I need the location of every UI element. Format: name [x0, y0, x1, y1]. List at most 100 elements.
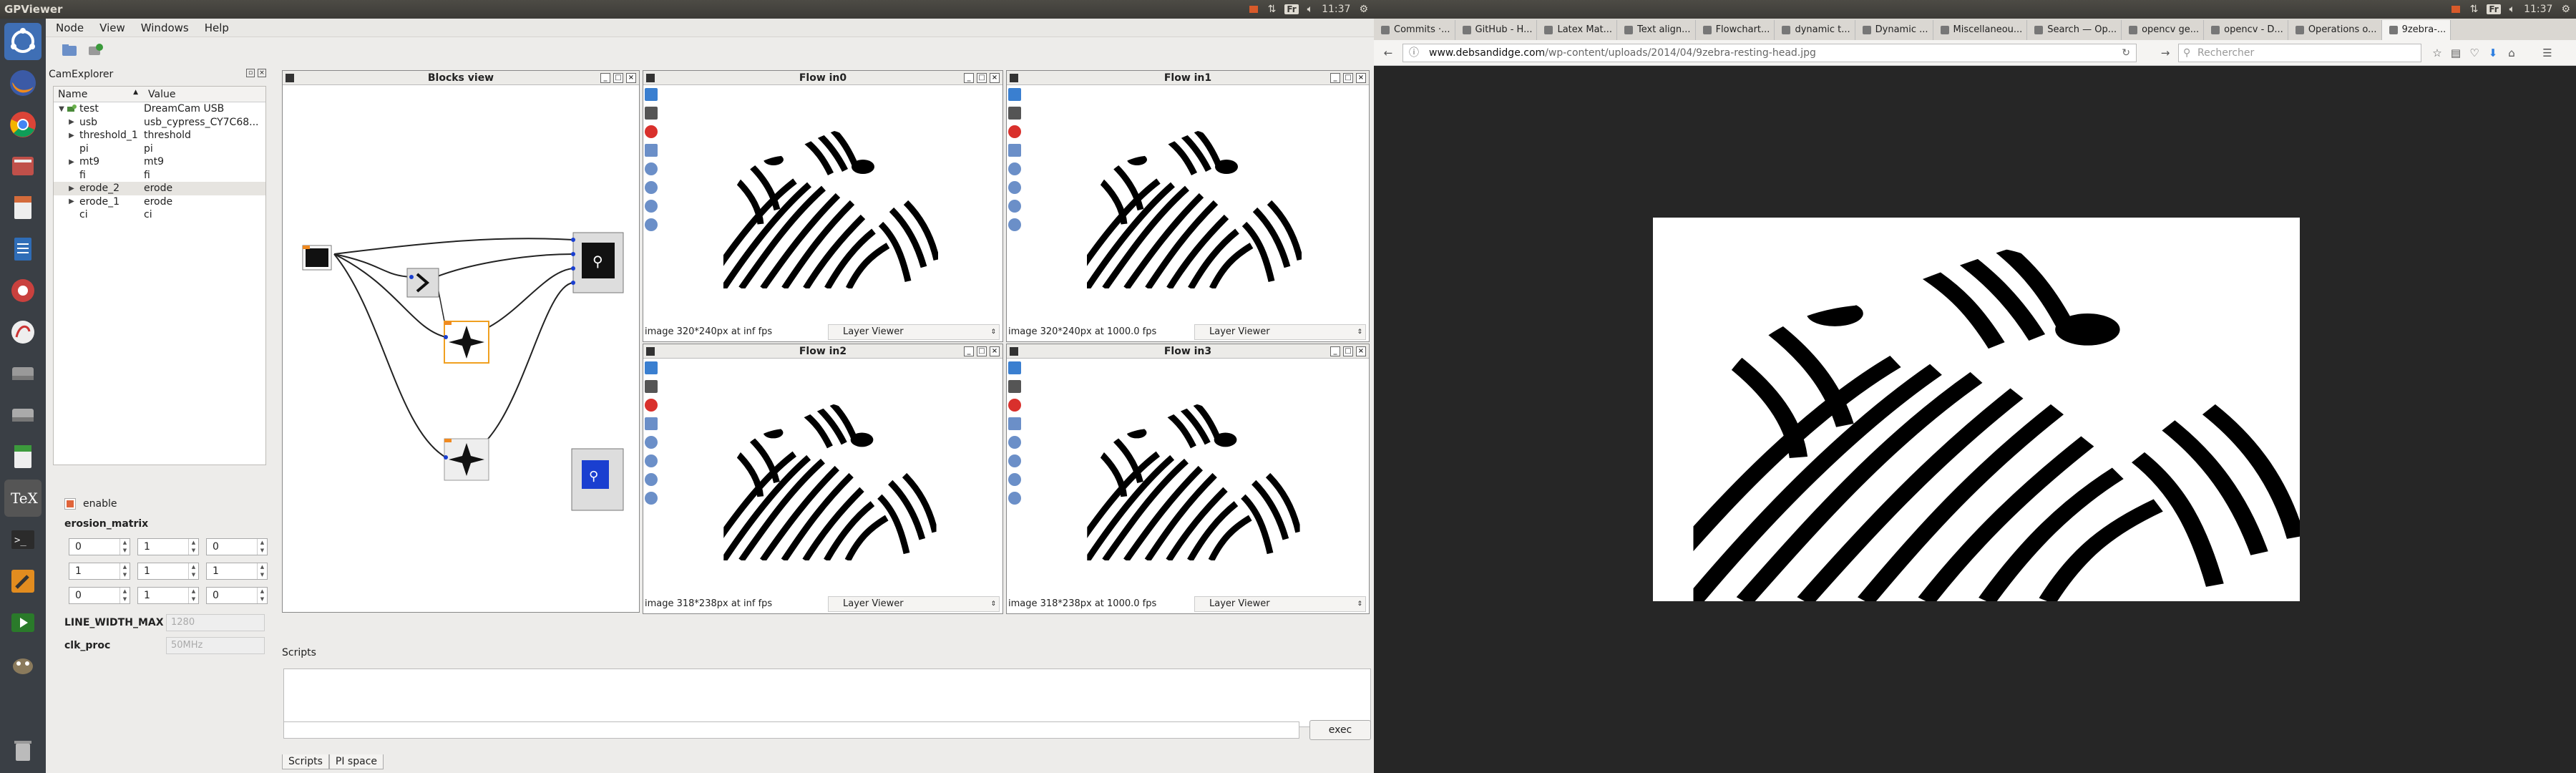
tree-row[interactable]: fi fi [54, 169, 265, 183]
browser-tab[interactable]: Text align... [1617, 20, 1696, 40]
minimize-button[interactable]: _ [1330, 346, 1340, 356]
connect-camera-button[interactable] [86, 41, 104, 59]
blocks-view-titlebar[interactable]: Blocks view _ □ × [283, 71, 639, 85]
zoom-fit-icon[interactable] [645, 473, 658, 486]
zoom-out-icon[interactable] [645, 181, 658, 194]
menu-windows[interactable]: Windows [141, 21, 189, 34]
maximize-button[interactable]: □ [1343, 73, 1353, 83]
record-icon[interactable] [1008, 125, 1021, 138]
url-bar[interactable]: ⓘ www.debsandidge.com/wp-content/uploads… [1402, 44, 2137, 62]
minimize-button[interactable]: _ [964, 73, 974, 83]
tree-row[interactable]: ▶ erode_2 erode [54, 182, 265, 195]
tree-row[interactable]: ▶ usb usb_cypress_CY7C68... [54, 116, 265, 130]
system-tray-left[interactable]: ⇅ Fr 🔈︎ 11:37 ⚙ [1248, 0, 1368, 19]
open-project-button[interactable] [60, 41, 79, 59]
maximize-button[interactable]: □ [977, 346, 987, 356]
close-button[interactable]: × [1356, 346, 1366, 356]
layer-viewer-select[interactable]: Layer Viewer ⇕ [1194, 324, 1366, 340]
matrix-cell-0-2[interactable]: 0 ▲ ▼ [206, 538, 268, 555]
browser-tab[interactable]: GitHub - H... [1455, 20, 1538, 40]
menu-help[interactable]: Help [205, 21, 229, 34]
drive2-icon[interactable] [4, 397, 42, 434]
tree-row[interactable]: ▶ mt9 mt9 [54, 155, 265, 169]
tree-row[interactable]: ▶ threshold_1 threshold [54, 129, 265, 142]
pause-icon[interactable] [1008, 88, 1021, 101]
close-button[interactable]: × [626, 73, 636, 83]
browser-tab[interactable]: opencv ge... [2122, 20, 2205, 40]
browser-tab[interactable]: dynamic t... [1775, 20, 1855, 40]
menu-view[interactable]: View [99, 21, 125, 34]
browser-tab[interactable]: Latex Mat... [1537, 20, 1618, 40]
record-icon[interactable] [645, 399, 658, 412]
menu-node[interactable]: Node [56, 21, 84, 34]
tree-row[interactable]: ci ci [54, 208, 265, 222]
save-icon[interactable] [645, 380, 658, 393]
info-icon[interactable]: ⓘ [1409, 44, 1419, 62]
system-tray-right[interactable]: ⇅ Fr 🔈︎ 11:37 ⚙ [2450, 0, 2570, 19]
matrix-cell-2-0[interactable]: 0 ▲ ▼ [69, 587, 130, 604]
close-panel-button[interactable]: × [258, 69, 266, 77]
pocket-icon[interactable]: ♡ [2467, 46, 2482, 60]
terminal-icon[interactable]: >_ [4, 521, 42, 558]
zoom-reset-icon[interactable] [645, 492, 658, 505]
matrix-cell-2-1[interactable]: 1 ▲ ▼ [137, 587, 199, 604]
updater-icon[interactable] [1248, 4, 1259, 15]
tree-row[interactable]: ▶ erode_1 erode [54, 195, 265, 209]
volume-icon[interactable]: 🔈︎ [1307, 4, 1313, 15]
reload-icon[interactable]: ↻ [2122, 44, 2130, 62]
clock[interactable]: 11:37 [2524, 4, 2552, 15]
chrome-icon[interactable] [4, 106, 42, 143]
settings-gear-icon[interactable]: ⚙ [2561, 4, 2570, 15]
settings-icon[interactable] [4, 272, 42, 309]
layer-viewer-select[interactable]: Layer Viewer ⇕ [828, 324, 1000, 340]
zoom-out-icon[interactable] [645, 454, 658, 467]
bookmark-star-icon[interactable]: ☆ [2430, 46, 2444, 60]
expand-arrow-icon[interactable]: ▶ [67, 132, 77, 140]
settings-gear-icon[interactable]: ⚙ [1359, 4, 1368, 15]
layers-icon[interactable] [1008, 144, 1021, 157]
tab-pi-space[interactable]: PI space [328, 754, 384, 769]
zoom-fit-icon[interactable] [645, 200, 658, 213]
video-icon[interactable] [4, 604, 42, 641]
flow-in2-titlebar[interactable]: Flow in2 _ □ × [643, 344, 1002, 359]
home-icon[interactable]: ⌂ [2504, 46, 2519, 60]
matrix-cell-1-1[interactable]: 1 ▲ ▼ [137, 563, 199, 580]
tools-icon[interactable] [4, 563, 42, 600]
save-icon[interactable] [1008, 380, 1021, 393]
script-command-input[interactable] [283, 721, 1299, 739]
enable-checkbox[interactable] [64, 498, 76, 510]
pause-icon[interactable] [645, 88, 658, 101]
clock[interactable]: 11:37 [1322, 4, 1350, 15]
browser-tab[interactable]: Operations o... [2288, 20, 2382, 40]
zoom-reset-icon[interactable] [645, 218, 658, 231]
gimp-icon[interactable] [4, 646, 42, 683]
browser-tab[interactable]: 9zebra-... [2381, 20, 2451, 40]
layer-viewer-select[interactable]: Layer Viewer ⇕ [828, 596, 1000, 612]
keyboard-layout-indicator[interactable]: Fr [2487, 4, 2501, 14]
blocks-graph[interactable]: ⚲ ⚲ [283, 85, 640, 613]
texmaker-icon[interactable]: TeX [4, 480, 42, 517]
float-panel-button[interactable]: ▫ [246, 69, 255, 77]
keyboard-layout-indicator[interactable]: Fr [1284, 4, 1299, 14]
writer-icon[interactable] [4, 189, 42, 226]
maximize-button[interactable]: □ [613, 73, 623, 83]
pause-icon[interactable] [645, 361, 658, 374]
flow-in0-titlebar[interactable]: Flow in0 _ □ × [643, 71, 1002, 85]
hamburger-menu-icon[interactable]: ☰ [2540, 46, 2555, 60]
network-icon[interactable]: ⇅ [2470, 4, 2479, 15]
zoom-in-icon[interactable] [1008, 162, 1021, 175]
browser-tab[interactable]: Miscellaneou... [1933, 20, 2028, 40]
back-icon[interactable]: ← [1381, 46, 1395, 60]
maximize-button[interactable]: □ [977, 73, 987, 83]
tree-row[interactable]: pi pi [54, 142, 265, 156]
go-arrow-icon[interactable]: → [2158, 46, 2172, 60]
volume-icon[interactable]: 🔈︎ [2509, 4, 2515, 15]
pause-icon[interactable] [1008, 361, 1021, 374]
minimize-button[interactable]: _ [1330, 73, 1340, 83]
column-value-header[interactable]: Value [144, 89, 175, 100]
browser-tab[interactable]: Flowchart... [1696, 20, 1775, 40]
minimize-button[interactable]: _ [964, 346, 974, 356]
layers-icon[interactable] [645, 144, 658, 157]
layers-icon[interactable] [645, 417, 658, 430]
maximize-button[interactable]: □ [1343, 346, 1353, 356]
